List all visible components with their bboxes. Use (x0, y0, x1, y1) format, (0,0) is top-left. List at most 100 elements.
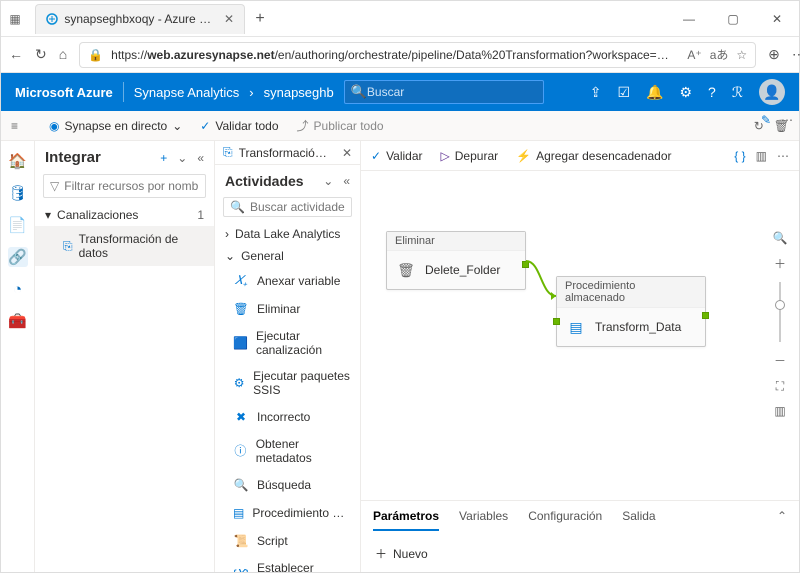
canvas-ellipsis-icon[interactable]: ⋯ (777, 149, 789, 163)
collections-icon[interactable]: ⊕ (768, 46, 780, 63)
tab-variables[interactable]: Variables (459, 509, 508, 531)
fit-screen-icon[interactable]: ⛶ (776, 379, 784, 394)
fail-icon: ✖ (233, 409, 249, 425)
notifications-icon[interactable]: 🔔 (646, 84, 663, 101)
collapse-panel-icon[interactable]: « (197, 151, 204, 165)
translate-icon[interactable]: aあ (710, 46, 729, 63)
settings-icon[interactable]: ⚙ (679, 84, 692, 101)
add-trigger-button[interactable]: ⚡Agregar desencadenador (516, 149, 671, 163)
tree-group-pipelines[interactable]: ▾ Canalizaciones 1 (35, 204, 214, 226)
canvas-more-icon[interactable]: ⋯ (781, 113, 793, 127)
activity-item[interactable]: 𝑋₊Anexar variable (215, 267, 360, 295)
filter-box[interactable]: ▽ (43, 174, 206, 198)
activities-panel: ⎘ Transformación de datos ✕ Actividades … (215, 141, 361, 572)
zoom-slider[interactable] (779, 282, 781, 342)
node-delete[interactable]: Eliminar 🗑 Delete_Folder (386, 231, 526, 290)
service-name[interactable]: Synapse Analytics (134, 85, 240, 100)
nav-monitor-icon[interactable]: ◔ (8, 279, 28, 299)
zoom-out-icon[interactable]: － (774, 352, 786, 369)
feedback-icon[interactable]: ⇪ (590, 84, 602, 101)
guide-icon[interactable]: ℛ (732, 84, 743, 101)
input-port[interactable] (553, 318, 560, 325)
new-parameter-button[interactable]: ＋ Nuevo (375, 545, 785, 562)
workspace: 🏠 🛢 📄 🔗 ◔ 🧰 Integrar + ⌄ « ▽ ▾ Canalizac… (1, 141, 799, 572)
activities-search[interactable]: 🔍 (223, 197, 352, 217)
live-mode-button[interactable]: ◉ Synapse en directo ⌄ (49, 119, 182, 133)
tab-output[interactable]: Salida (622, 509, 655, 531)
avatar[interactable]: 👤 (759, 79, 785, 105)
reader-icon[interactable]: A⁺ (687, 48, 701, 62)
activities-group-dla[interactable]: ›Data Lake Analytics (215, 223, 360, 245)
publish-all-button[interactable]: ⤴ Publicar todo (297, 117, 384, 134)
filter-input[interactable] (64, 179, 199, 193)
activity-item[interactable]: ⚙︎Ejecutar paquetes SSIS (215, 363, 360, 403)
minimize-icon[interactable]: — (667, 1, 711, 37)
activity-item[interactable]: {𝑋}Establecer variable (215, 555, 360, 572)
canvas[interactable]: Eliminar 🗑 Delete_Folder Procedimiento a… (361, 171, 799, 500)
minimap-icon[interactable]: ▥ (774, 404, 785, 418)
validate-button[interactable]: ✓Validar (371, 149, 423, 163)
close-tab-icon[interactable]: ✕ (342, 146, 352, 160)
url-text: https://web.azuresynapse.net/en/authorin… (111, 48, 679, 62)
expand-bottom-icon[interactable]: ⌃ (777, 509, 787, 531)
activity-item[interactable]: 🔍Búsqueda (215, 471, 360, 499)
activities-search-input[interactable] (250, 200, 345, 214)
activity-item[interactable]: 📜Script (215, 527, 360, 555)
debug-button[interactable]: ▷Depurar (441, 149, 499, 163)
panel-title: Integrar (45, 149, 101, 166)
node-storedproc[interactable]: Procedimiento almacenado ▤ Transform_Dat… (556, 276, 706, 347)
more-panel-icon[interactable]: ⌄ (177, 151, 187, 165)
activity-item[interactable]: 🗑Eliminar (215, 295, 360, 323)
favorite-icon[interactable]: ☆ (736, 48, 747, 62)
new-tab-button[interactable]: + (245, 10, 275, 28)
editor-tabs: ⎘ Transformación de datos ✕ (215, 141, 360, 165)
close-tab-icon[interactable]: ✕ (224, 12, 234, 26)
activity-item[interactable]: ▤Procedimiento almacenado (215, 499, 360, 527)
node-title: Eliminar (387, 232, 525, 251)
more-icon[interactable]: ⋯ (792, 46, 800, 63)
activity-item[interactable]: ⓘObtener metadatos (215, 431, 360, 471)
help-icon[interactable]: ? (708, 84, 716, 100)
editor-tab-label[interactable]: Transformación de datos (239, 146, 332, 160)
workspace-name[interactable]: synapseghb (264, 85, 334, 100)
refresh-icon[interactable]: ↻ (35, 46, 47, 63)
hamburger-icon[interactable]: ≡ (11, 119, 31, 133)
nav-home-icon[interactable]: 🏠 (8, 151, 28, 171)
output-port[interactable] (702, 312, 709, 319)
left-nav: 🏠 🛢 📄 🔗 ◔ 🧰 (1, 141, 35, 572)
expand-activities-icon[interactable]: ⌄ (323, 174, 333, 188)
header-search[interactable]: 🔍 (344, 80, 544, 104)
search-input[interactable] (367, 85, 537, 99)
browser-tab[interactable]: synapseghbxoqy - Azure Synaps ✕ (35, 4, 245, 34)
home-icon[interactable]: ⌂ (59, 46, 67, 63)
zoom-in-icon[interactable]: ＋ (774, 255, 786, 272)
zoom-search-icon[interactable]: 🔍 (773, 231, 788, 245)
lookup-icon: 🔍 (233, 477, 249, 493)
nav-data-icon[interactable]: 🛢 (8, 183, 28, 203)
back-icon[interactable]: ← (9, 46, 23, 63)
tab-parameters[interactable]: Parámetros (373, 509, 439, 531)
close-window-icon[interactable]: ✕ (755, 1, 799, 37)
code-icon[interactable]: { } (734, 149, 745, 163)
nav-integrate-icon[interactable]: 🔗 (8, 247, 28, 267)
activity-item[interactable]: ✖Incorrecto (215, 403, 360, 431)
slider-thumb[interactable] (775, 300, 785, 310)
properties-icon[interactable]: ▥ (756, 149, 767, 163)
activities-group-general[interactable]: ⌄General (215, 245, 360, 267)
trigger-icon: ⚡ (516, 149, 531, 163)
tree-item-pipeline[interactable]: ⎘ Transformación de datos (35, 226, 214, 266)
output-port[interactable] (522, 261, 529, 268)
add-resource-icon[interactable]: + (160, 151, 167, 165)
tab-settings[interactable]: Configuración (528, 509, 602, 531)
maximize-icon[interactable]: ▢ (711, 1, 755, 37)
tab-overview-icon[interactable]: ▦ (1, 12, 29, 26)
validate-all-button[interactable]: ✓ Validar todo (200, 119, 278, 133)
edit-icon[interactable]: ✎ (761, 113, 771, 127)
activity-item[interactable]: 🟦Ejecutar canalización (215, 323, 360, 363)
collapse-activities-icon[interactable]: « (343, 174, 350, 188)
nav-manage-icon[interactable]: 🧰 (8, 311, 28, 331)
azure-brand[interactable]: Microsoft Azure (15, 85, 113, 100)
nav-develop-icon[interactable]: 📄 (8, 215, 28, 235)
tasks-icon[interactable]: ☑ (617, 84, 630, 101)
url-field[interactable]: 🔒 https://web.azuresynapse.net/en/author… (79, 42, 756, 68)
